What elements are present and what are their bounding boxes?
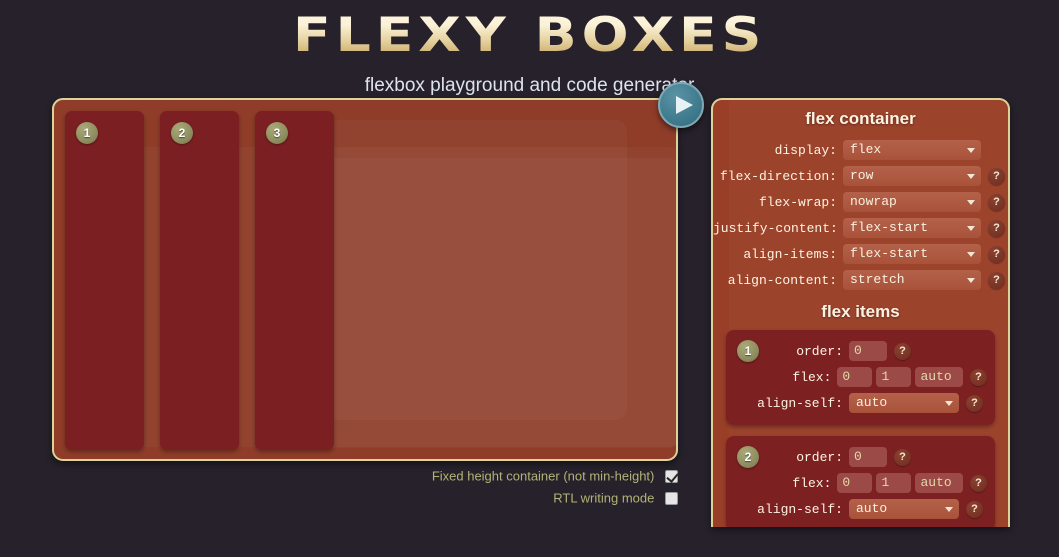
preview-flex-item[interactable]: 3 (255, 111, 334, 450)
preview-item-badge: 3 (266, 122, 288, 144)
card-row-align-self: align-self: auto ? (734, 496, 987, 522)
label-flex-direction: flex-direction: (719, 168, 837, 184)
label-flex: flex: (792, 369, 832, 385)
preview-flex-item[interactable]: 1 (65, 111, 144, 450)
flex-item-card: 1 order: 0 ? flex: 0 1 auto ? align-self… (726, 330, 995, 425)
flex-item-card-badge: 1 (737, 340, 759, 362)
select-justify-content[interactable]: flex-start (843, 218, 981, 238)
card-row-align-self: align-self: auto ? (734, 390, 987, 416)
preview-options: Fixed height container (not min-height) … (52, 466, 678, 509)
select-flex-direction[interactable]: row (843, 166, 981, 186)
fixed-height-option-row[interactable]: Fixed height container (not min-height) (52, 466, 678, 487)
flex-items-section-title: flex items (821, 302, 900, 321)
preview-region: 1 2 3 (52, 82, 704, 461)
preview-flex-item[interactable]: 2 (160, 111, 239, 450)
page-title: FLEXY BOXES (293, 4, 766, 68)
help-button-order[interactable]: ? (894, 342, 911, 360)
select-align-self[interactable]: auto (849, 393, 959, 413)
input-flex-grow[interactable]: 0 (837, 367, 873, 387)
label-align-items: align-items: (743, 246, 837, 262)
property-row-flex-direction: flex-direction: row ? (713, 163, 1008, 189)
help-button-align-self[interactable]: ? (966, 500, 983, 518)
property-row-align-content: align-content: stretch ? (713, 267, 1008, 293)
help-button-flex-direction[interactable]: ? (988, 167, 1005, 185)
controls-panel: flex container display: flex ? flex-dire… (711, 98, 1010, 527)
property-row-align-items: align-items: flex-start ? (713, 241, 1008, 267)
input-order[interactable]: 0 (849, 447, 887, 467)
property-row-justify-content: justify-content: flex-start ? (713, 215, 1008, 241)
flex-item-card-badge: 2 (737, 446, 759, 468)
label-flex: flex: (792, 475, 832, 491)
flex-container-preview[interactable]: 1 2 3 (52, 98, 678, 461)
input-order[interactable]: 0 (849, 341, 887, 361)
container-overlay-layer-3 (297, 120, 627, 420)
select-align-items[interactable]: flex-start (843, 244, 981, 264)
card-row-flex: flex: 0 1 auto ? (734, 470, 988, 496)
fixed-height-checkbox[interactable] (665, 470, 678, 484)
help-button-order[interactable]: ? (894, 448, 911, 466)
select-display[interactable]: flex (843, 140, 981, 160)
flex-item-card: 2 order: 0 ? flex: 0 1 auto ? align-self… (726, 436, 995, 527)
flex-container-section-title: flex container (805, 109, 916, 128)
page-header: FLEXY BOXES flexbox playground and code … (0, 0, 1059, 97)
container-overlay-layer-2 (297, 158, 676, 448)
card-row-order: order: 0 ? (734, 338, 987, 364)
play-icon (676, 96, 693, 114)
rtl-writing-mode-checkbox[interactable] (665, 491, 678, 505)
label-justify-content: justify-content: (713, 220, 838, 236)
preview-item-badge: 2 (171, 122, 193, 144)
select-flex-wrap[interactable]: nowrap (843, 192, 981, 212)
page-subtitle: flexbox playground and code generator (364, 75, 695, 96)
help-button-justify-content[interactable]: ? (988, 219, 1005, 237)
card-row-flex: flex: 0 1 auto ? (734, 364, 988, 390)
property-row-display: display: flex ? (713, 137, 1008, 163)
container-overlay-layer-1 (65, 147, 676, 447)
help-button-flex-wrap[interactable]: ? (988, 193, 1005, 211)
play-button[interactable] (658, 82, 704, 128)
help-button-align-content[interactable]: ? (988, 271, 1005, 289)
input-flex-shrink[interactable]: 1 (876, 367, 912, 387)
rtl-option-row[interactable]: RTL writing mode (52, 488, 678, 509)
label-display: display: (774, 142, 837, 158)
input-flex-basis[interactable]: auto (915, 367, 964, 387)
main-area: 1 2 3 Fixed height container (not min-he… (0, 82, 1059, 527)
label-flex-wrap: flex-wrap: (758, 194, 837, 210)
help-button-flex[interactable]: ? (970, 368, 988, 386)
input-flex-shrink[interactable]: 1 (876, 473, 912, 493)
help-button-align-self[interactable]: ? (966, 394, 983, 412)
card-row-order: order: 0 ? (734, 444, 987, 470)
label-align-content: align-content: (727, 272, 837, 288)
input-flex-grow[interactable]: 0 (837, 473, 873, 493)
preview-item-badge: 1 (76, 122, 98, 144)
help-button-flex[interactable]: ? (970, 474, 988, 492)
label-align-self: align-self: (757, 501, 843, 517)
fixed-height-option-label: Fixed height container (not min-height) (431, 468, 655, 484)
rtl-option-label: RTL writing mode (553, 490, 655, 506)
property-row-flex-wrap: flex-wrap: nowrap ? (713, 189, 1008, 215)
input-flex-basis[interactable]: auto (915, 473, 964, 493)
label-align-self: align-self: (757, 395, 843, 411)
select-align-self[interactable]: auto (849, 499, 959, 519)
help-button-align-items[interactable]: ? (988, 245, 1005, 263)
select-align-content[interactable]: stretch (843, 270, 981, 290)
